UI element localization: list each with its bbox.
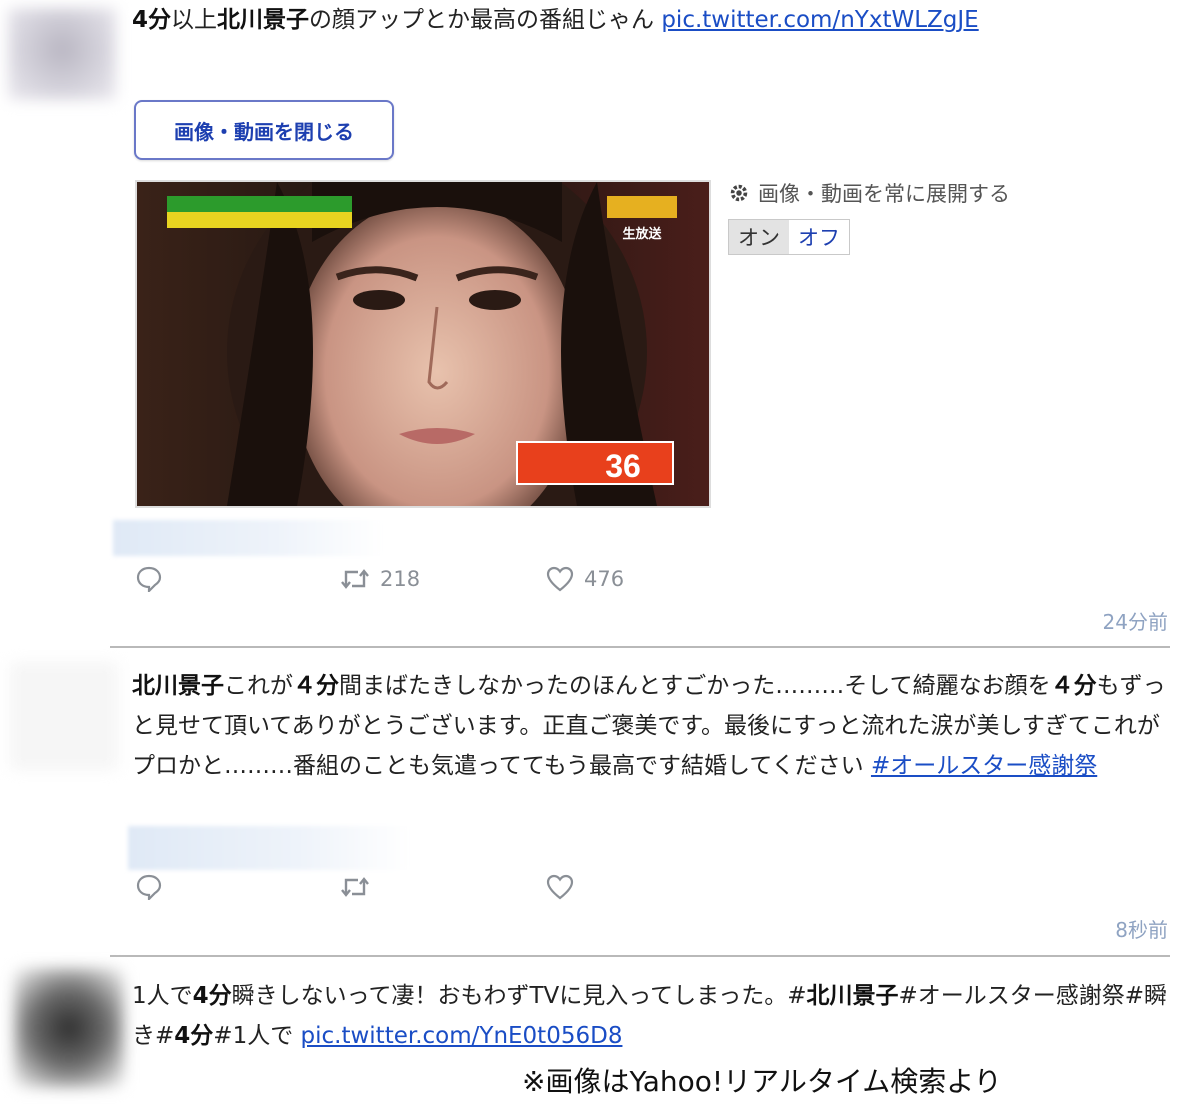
retweet-icon bbox=[341, 569, 369, 589]
tweet-text-part: #1人で bbox=[213, 1023, 301, 1049]
caption-bar bbox=[167, 212, 352, 228]
media-expand-setting: 画像・動画を常に展開する bbox=[728, 178, 1010, 208]
avatar bbox=[14, 968, 124, 1088]
retweet-action[interactable] bbox=[340, 874, 370, 900]
reply-icon bbox=[136, 874, 162, 900]
media-link[interactable]: pic.twitter.com/nYxtWLZgJE bbox=[661, 7, 978, 33]
live-badge: 生放送 bbox=[622, 226, 662, 242]
like-count: 476 bbox=[584, 567, 625, 591]
keyword-bold: 4分 bbox=[132, 7, 172, 33]
like-action[interactable] bbox=[546, 874, 574, 900]
tweet-text: 4分以上北川景子の顔アップとか最高の番組じゃん pic.twitter.com/… bbox=[132, 0, 1182, 40]
tweet-timestamp[interactable]: 8秒前 bbox=[1000, 914, 1168, 943]
tweet-timestamp[interactable]: 24分前 bbox=[1000, 606, 1168, 635]
setting-label: 画像・動画を常に展開する bbox=[758, 182, 1010, 206]
caption-bar bbox=[167, 196, 352, 212]
media-link[interactable]: pic.twitter.com/YnE0t056D8 bbox=[301, 1023, 623, 1049]
hashtag-link[interactable]: #オールスター感謝祭 bbox=[871, 753, 1097, 779]
tweet-text-part: 1人で bbox=[132, 983, 193, 1009]
tweet-text: 1人で4分瞬きしないって凄！おもわずTVに見入ってしまった。#北川景子#オールス… bbox=[132, 976, 1172, 1056]
retweet-count: 218 bbox=[380, 567, 421, 591]
source-credit: ※画像はYahoo!リアルタイム検索より bbox=[522, 1065, 1002, 1098]
toggle-on-button[interactable]: オン bbox=[729, 220, 789, 254]
retweet-action[interactable]: 218 bbox=[340, 566, 420, 592]
keyword-bold: ４分 bbox=[1050, 673, 1097, 699]
heart-icon bbox=[546, 566, 574, 592]
keyword-bold: 北川景子 bbox=[806, 983, 899, 1009]
tweet-text-part: 瞬きしないって凄！おもわずTVに見入ってしまった。# bbox=[231, 983, 807, 1009]
tweet-divider bbox=[110, 646, 1170, 648]
keyword-bold: 4分 bbox=[192, 983, 232, 1009]
avatar bbox=[10, 662, 118, 770]
avatar bbox=[8, 8, 116, 100]
keyword-bold: 北川景子 bbox=[132, 673, 224, 699]
tweet-text: 北川景子これが４分間まばたきしなかったのほんとすごかった………そして綺麗なお顔を… bbox=[132, 666, 1172, 786]
keyword-bold: ４分 bbox=[293, 673, 339, 699]
close-media-button[interactable]: 画像・動画を閉じる bbox=[134, 100, 394, 160]
keyword-bold: 4分 bbox=[174, 1023, 214, 1049]
heart-icon bbox=[546, 874, 574, 900]
tweet-text-part: 以上 bbox=[171, 7, 218, 33]
toggle-off-button[interactable]: オフ bbox=[789, 220, 849, 254]
reply-action[interactable] bbox=[135, 872, 163, 900]
keyword-bold: 北川景子 bbox=[217, 7, 310, 33]
score-value: 36 bbox=[605, 448, 641, 484]
tweet-text-part: これが bbox=[224, 673, 293, 699]
reply-icon bbox=[136, 566, 162, 592]
show-logo bbox=[607, 196, 677, 218]
blurred-username bbox=[113, 520, 383, 556]
score-bar bbox=[516, 441, 674, 485]
gear-icon bbox=[730, 184, 748, 202]
blurred-username bbox=[128, 826, 410, 870]
retweet-icon bbox=[341, 877, 369, 897]
tweet-divider bbox=[110, 955, 1170, 957]
reply-action[interactable] bbox=[135, 564, 163, 592]
tweet-text-part: 間まばたきしなかったのほんとすごかった………そして綺麗なお顔を bbox=[339, 673, 1051, 699]
like-action[interactable]: 476 bbox=[546, 566, 624, 592]
tv-screenshot-image: 生放送 36 bbox=[137, 182, 709, 506]
tweet-image[interactable]: 生放送 36 bbox=[135, 180, 711, 508]
media-expand-toggle: オン オフ bbox=[728, 219, 850, 255]
tweet-text-part: の顔アップとか最高の番組じゃん bbox=[309, 7, 662, 33]
